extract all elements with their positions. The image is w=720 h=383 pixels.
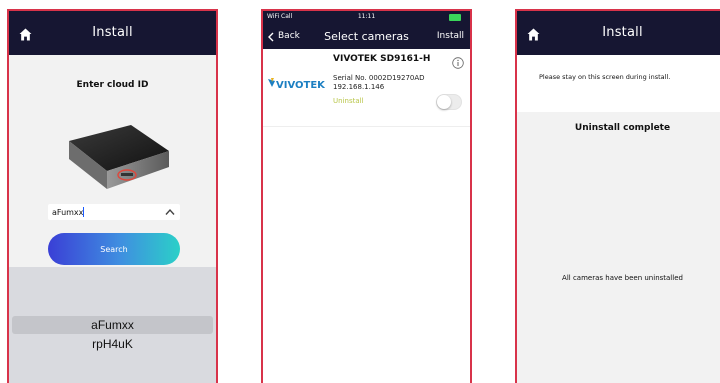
install-screen-complete: Install Please stay on this screen durin… bbox=[515, 9, 720, 383]
camera-serial: Serial No. 0002D19270AD bbox=[333, 74, 425, 82]
status-bar: WiFi Call 11:11 bbox=[263, 11, 470, 25]
chevron-up-icon[interactable] bbox=[165, 208, 175, 216]
install-notice: Please stay on this screen during instal… bbox=[517, 55, 720, 112]
status-time: 11:11 bbox=[357, 13, 376, 20]
page-title: Install bbox=[92, 25, 133, 40]
install-button[interactable]: Install bbox=[437, 31, 464, 41]
header-bar: Install bbox=[9, 11, 216, 55]
picker-option[interactable]: aFumxx bbox=[9, 318, 216, 332]
install-screen-cloud-id: Install Enter cloud ID aFumxx Search aFu… bbox=[7, 9, 218, 383]
logo-text: VIVOTEK bbox=[276, 80, 326, 91]
camera-toggle[interactable] bbox=[436, 94, 462, 110]
camera-list-item[interactable]: VIVOTEK VIVOTEK SD9161-H Serial No. 0002… bbox=[263, 49, 470, 127]
vivotek-logo: VIVOTEK bbox=[268, 78, 326, 91]
text-cursor bbox=[83, 207, 84, 217]
camera-hub-image bbox=[69, 125, 169, 189]
cloud-id-label: Enter cloud ID bbox=[76, 80, 149, 90]
cloud-id-field[interactable] bbox=[48, 204, 180, 220]
camera-status: Uninstall bbox=[333, 97, 364, 105]
camera-name: VIVOTEK SD9161-H bbox=[333, 54, 431, 64]
cloud-id-input[interactable] bbox=[48, 204, 158, 220]
picker-option[interactable]: rpH4uK bbox=[9, 337, 216, 351]
cloud-id-picker[interactable]: aFumxx rpH4uK bbox=[9, 267, 216, 383]
page-title: Install bbox=[602, 25, 643, 40]
search-button[interactable]: Search bbox=[48, 233, 180, 265]
select-cameras-screen: WiFi Call 11:11 Back Select cameras Inst… bbox=[261, 9, 472, 383]
notice-text: Please stay on this screen during instal… bbox=[539, 73, 671, 81]
toggle-knob bbox=[437, 95, 451, 109]
camera-ip: 192.168.1.146 bbox=[333, 83, 385, 91]
info-icon[interactable] bbox=[452, 57, 464, 69]
uninstall-complete-title: Uninstall complete bbox=[574, 123, 671, 133]
cloud-id-body: Enter cloud ID aFumxx Search aFumxx rpH4… bbox=[9, 55, 216, 383]
install-result: Uninstall complete All cameras have been… bbox=[517, 112, 720, 383]
battery-icon bbox=[449, 14, 461, 21]
uninstall-summary: All cameras have been uninstalled bbox=[562, 274, 683, 282]
nav-bar: Back Select cameras Install bbox=[263, 25, 470, 49]
header-bar: Install bbox=[517, 11, 720, 55]
